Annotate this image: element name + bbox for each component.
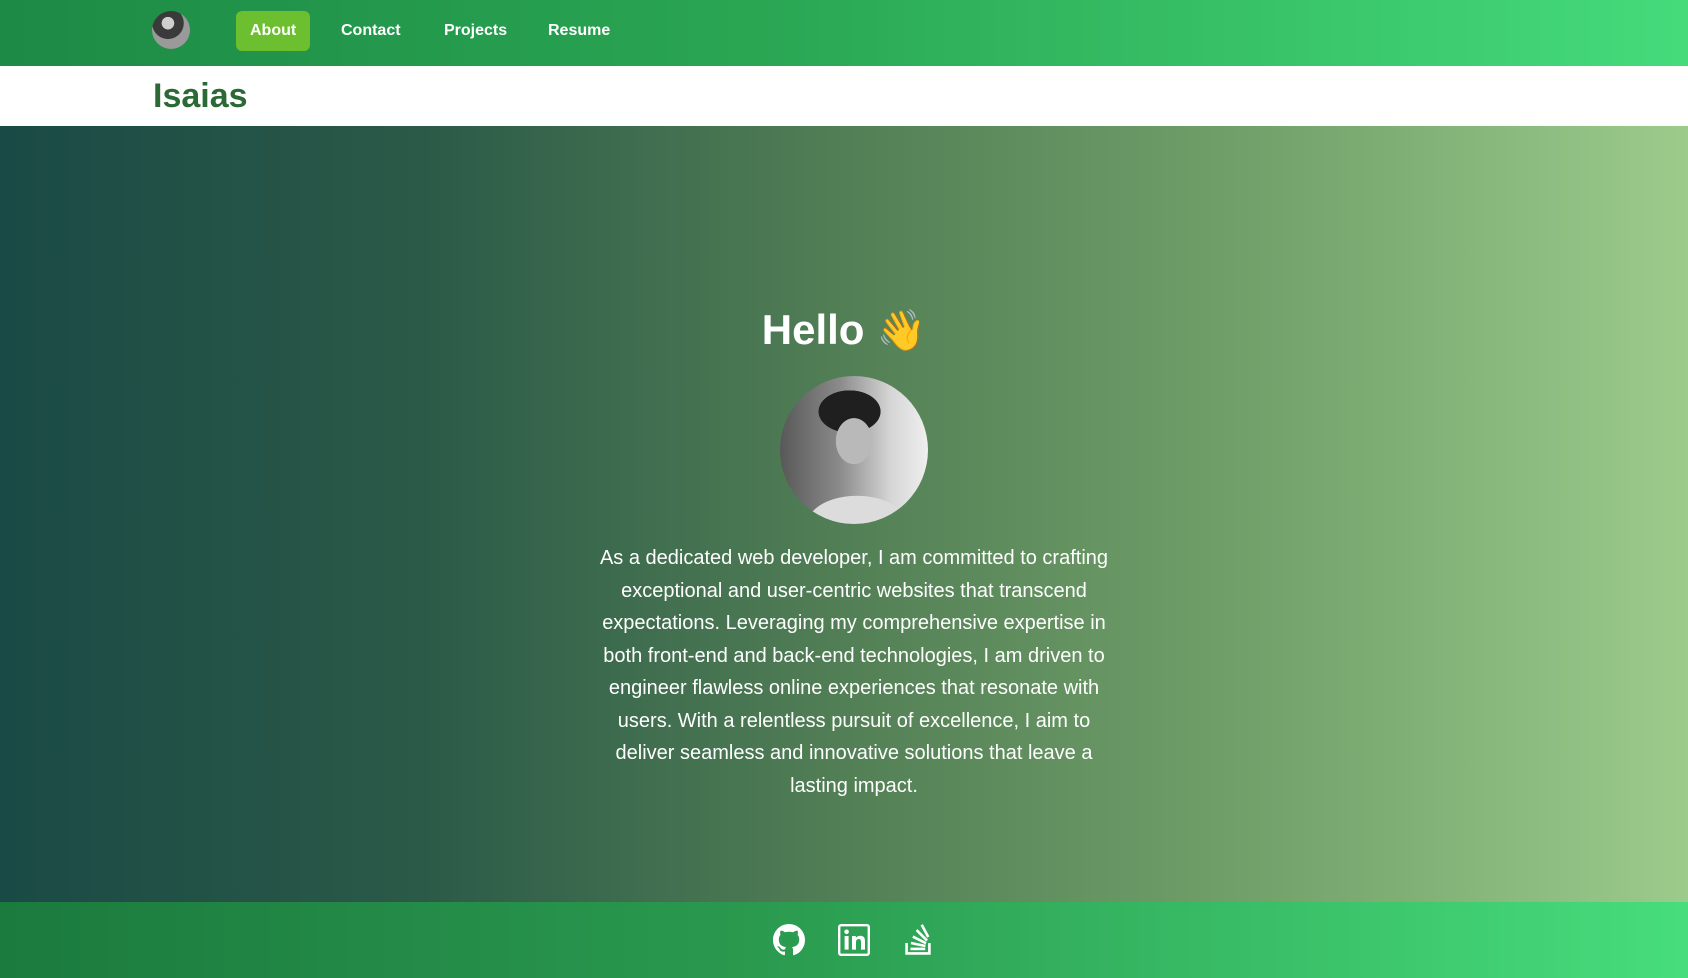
site-brand: Isaias: [153, 77, 248, 115]
top-navbar: About Contact Projects Resume: [0, 0, 1688, 66]
title-bar: Isaias: [0, 66, 1688, 126]
nav-link-projects[interactable]: Projects: [430, 11, 521, 51]
hero-section: Hello 👋 As a dedicated web developer, I a…: [0, 126, 1688, 902]
nav-avatar[interactable]: [152, 11, 190, 49]
footer: [0, 902, 1688, 978]
profile-photo: [780, 376, 928, 524]
nav-link-resume[interactable]: Resume: [534, 11, 624, 51]
hero-greeting: Hello 👋: [0, 306, 1688, 354]
stackoverflow-icon[interactable]: [902, 924, 934, 956]
greeting-text: Hello: [761, 306, 865, 353]
wave-emoji-icon: 👋: [876, 309, 927, 353]
nav-link-about[interactable]: About: [236, 11, 311, 51]
nav-link-contact[interactable]: Contact: [327, 11, 415, 51]
linkedin-icon[interactable]: [838, 924, 870, 956]
bio-paragraph: As a dedicated web developer, I am commi…: [599, 547, 1109, 797]
github-icon[interactable]: [773, 924, 805, 956]
